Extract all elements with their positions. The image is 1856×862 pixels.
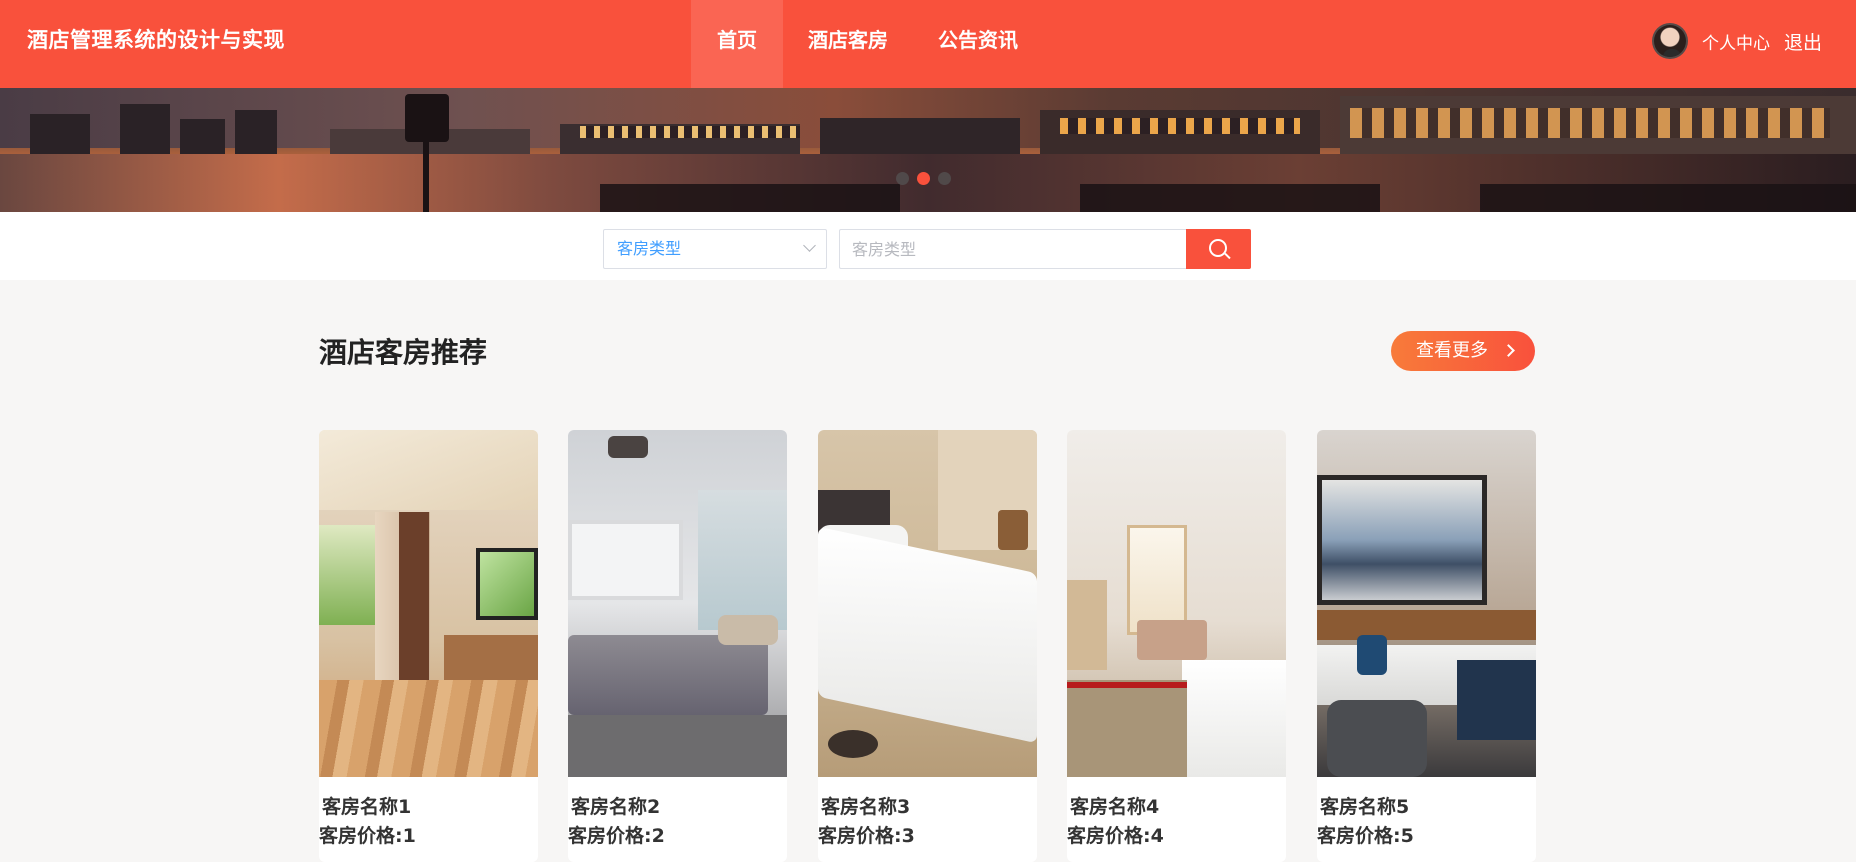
search-icon-handle [1224,252,1231,260]
select-value: 客房类型 [617,239,682,258]
view-more-label: 查看更多 [1416,340,1488,361]
search-input[interactable] [839,229,1187,269]
main-nav: 首页 酒店客房 公告资讯 [691,0,1043,88]
banner-building [235,110,277,154]
room-card[interactable]: 客房名称4 客房价格:4 [1067,430,1286,862]
room-card[interactable]: 客房名称2 客房价格:2 [568,430,787,862]
nav-item-rooms[interactable]: 酒店客房 [783,0,913,88]
room-image [1067,430,1286,777]
view-more-button[interactable]: 查看更多 [1391,331,1535,371]
carousel-dot[interactable] [896,172,909,185]
banner-lamp [405,94,449,142]
room-name: 客房名称1 [322,796,412,818]
banner-railing [1480,184,1856,212]
room-price: 客房价格:2 [568,825,665,847]
banner-railing [600,184,900,212]
banner-building [120,104,170,154]
search-button[interactable] [1186,229,1251,269]
avatar[interactable] [1651,23,1688,59]
search-bar: 客房类型 [0,212,1856,280]
banner-carousel[interactable] [0,88,1856,212]
room-card[interactable]: 客房名称3 客房价格:3 [818,430,1037,862]
banner-building [30,114,90,154]
room-image [568,430,787,777]
banner-railing [1080,184,1380,212]
room-image [319,430,538,777]
logout-link[interactable]: 退出 [1784,28,1822,55]
user-area: 个人中心 退出 [1651,0,1822,88]
room-name: 客房名称4 [1070,796,1160,818]
chevron-right-icon [1502,344,1515,357]
nav-item-home[interactable]: 首页 [691,0,783,88]
chevron-down-icon [803,239,816,252]
carousel-dot-active[interactable] [917,172,930,185]
room-image [1317,430,1536,777]
room-card[interactable]: 客房名称5 客房价格:5 [1317,430,1536,862]
banner-lamp-post [423,138,429,212]
banner-building [820,118,1020,154]
carousel-indicators [896,172,951,185]
room-price: 客房价格:3 [818,825,915,847]
room-price: 客房价格:5 [1317,825,1414,847]
carousel-dot[interactable] [938,172,951,185]
room-name: 客房名称2 [571,796,661,818]
banner-lights [1060,118,1300,134]
banner-lights [1350,108,1830,138]
room-name: 客房名称5 [1320,796,1410,818]
room-price: 客房价格:1 [319,825,416,847]
banner-lights [580,126,800,138]
nav-item-news[interactable]: 公告资讯 [913,0,1043,88]
room-card[interactable]: 客房名称1 客房价格:1 [319,430,538,862]
room-type-select[interactable]: 客房类型 [603,229,827,269]
user-center-link[interactable]: 个人中心 [1702,29,1770,54]
top-header: 酒店管理系统的设计与实现 首页 酒店客房 公告资讯 个人中心 退出 [0,0,1856,88]
site-title: 酒店管理系统的设计与实现 [27,28,285,52]
section-title: 酒店客房推荐 [319,336,488,369]
room-name: 客房名称3 [821,796,911,818]
room-price: 客房价格:4 [1067,825,1164,847]
room-image [818,430,1037,777]
banner-building [180,119,225,154]
